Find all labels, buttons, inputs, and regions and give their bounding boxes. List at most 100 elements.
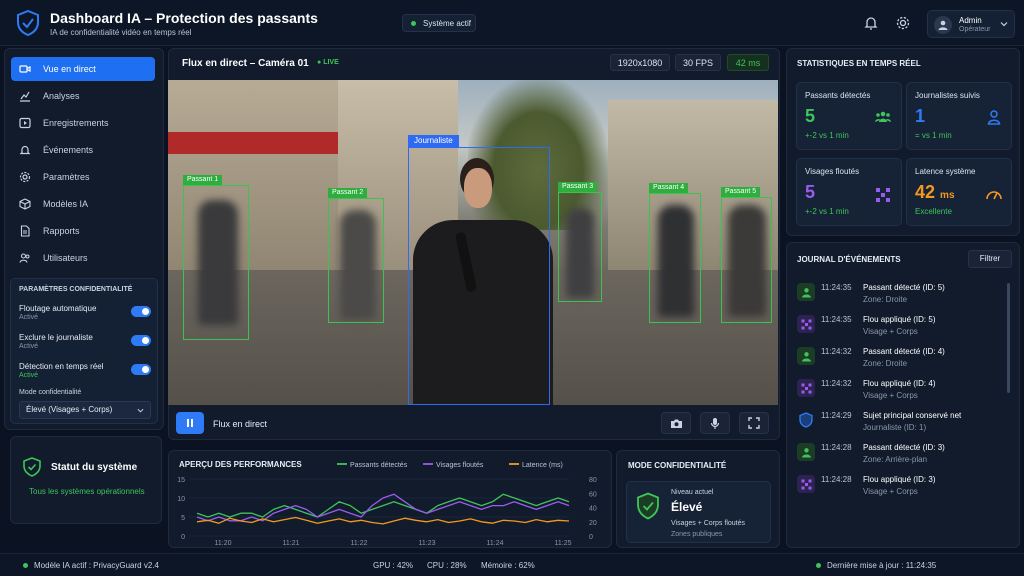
event-title: Flou appliqué (ID: 5) — [863, 315, 936, 324]
filter-button[interactable]: Filtrer — [968, 250, 1012, 268]
stat-label: Passants détectés — [805, 91, 871, 100]
cube-icon — [19, 198, 31, 210]
y-tick-label-left: 10 — [177, 496, 185, 503]
stat-card-passersby: Passants détectés 5 +-2 vs 1 min — [796, 82, 902, 150]
realtime-detection-toggle[interactable] — [131, 364, 151, 375]
event-row[interactable]: 11:24:28 Flou appliqué (ID: 3) Visage + Co… — [795, 473, 1005, 503]
y-tick-label-right: 40 — [589, 506, 597, 513]
events-panel: JOURNAL D'ÉVÉNEMENTS Filtrer 11:24:35 Pas… — [786, 242, 1020, 548]
event-row[interactable]: 11:24:35 Passant détecté (ID: 5) Zone: Dro… — [795, 281, 1005, 311]
stat-delta: +-2 vs 1 min — [805, 207, 849, 216]
stat-unit: ms — [940, 190, 955, 201]
bbox-journalist: Journaliste — [408, 135, 550, 405]
stat-card-blurred-faces: Visages floutés 5 +-2 vs 1 min — [796, 158, 902, 226]
event-row[interactable]: 11:24:35 Flou appliqué (ID: 5) Visage + Co… — [795, 313, 1005, 343]
sidebar-item-ai-models[interactable]: Modèles IA — [11, 192, 155, 216]
y-tick-label-right: 80 — [589, 477, 597, 484]
sidebar-item-events[interactable]: Événements — [11, 138, 155, 162]
avatar — [934, 16, 952, 34]
sidebar-item-label: Événements — [43, 145, 94, 155]
privacy-mode-card: Niveau actuel Élevé Visages + Corps flou… — [626, 481, 771, 543]
event-time: 11:24:35 — [821, 283, 852, 292]
cafe-awning — [168, 132, 338, 154]
bell-icon — [19, 145, 31, 155]
auto-blur-toggle[interactable] — [131, 306, 151, 317]
stat-delta: = vs 1 min — [915, 131, 952, 140]
snapshot-button[interactable] — [661, 412, 691, 434]
privacy-mode-select[interactable]: Élevé (Visages + Corps) — [19, 401, 151, 419]
sidebar-item-settings[interactable]: Paramètres — [11, 165, 155, 189]
stream-label: Flux en direct — [213, 419, 268, 429]
system-status-title: Statut du système — [51, 462, 138, 473]
sidebar-item-reports[interactable]: Rapports — [11, 219, 155, 243]
stat-delta: Excellente — [915, 207, 952, 216]
mode-current-value: Élevé — [671, 500, 703, 514]
sidebar-item-users[interactable]: Utilisateurs — [11, 246, 155, 270]
event-detail: Zone: Droite — [863, 295, 908, 304]
mode-line-2: Zones publiques — [671, 531, 723, 538]
event-time: 11:24:35 — [821, 315, 852, 324]
event-detail: Journaliste (ID: 1) — [863, 423, 927, 432]
bbox-label: Passant 2 — [328, 188, 368, 198]
bell-icon[interactable] — [863, 15, 879, 31]
microphone-button[interactable] — [700, 412, 730, 434]
event-row[interactable]: 11:24:28 Passant détecté (ID: 3) Zone: Arr… — [795, 441, 1005, 471]
bbox-passerby-3: Passant 3 — [558, 182, 602, 302]
event-row[interactable]: 11:24:32 Passant détecté (ID: 4) Zone: Dro… — [795, 345, 1005, 375]
system-status-badge: Système actif — [402, 14, 476, 32]
bbox-passerby-2: Passant 2 — [328, 188, 384, 323]
last-update: Dernière mise à jour : 11:24:35 — [827, 561, 937, 570]
gear-icon[interactable] — [895, 15, 911, 31]
privacy-settings-title: PARAMÈTRES CONFIDENTIALITÉ — [19, 286, 133, 293]
sidebar-item-label: Utilisateurs — [43, 253, 88, 263]
sidebar-item-live-view[interactable]: Vue en direct — [11, 57, 155, 81]
x-tick-label: 11:22 — [351, 540, 368, 547]
video-title: Flux en direct – Caméra 01 — [182, 58, 309, 69]
event-title: Flou appliqué (ID: 4) — [863, 379, 936, 388]
privacy-mode-label: Mode confidentialité — [19, 389, 82, 396]
sidebar-item-recordings[interactable]: Enregistrements — [11, 111, 155, 135]
pause-icon — [187, 419, 193, 427]
exclude-journalist-toggle[interactable] — [131, 335, 151, 346]
event-time: 11:24:32 — [821, 347, 852, 356]
sidebar-item-label: Paramètres — [43, 172, 90, 182]
video-icon — [19, 65, 31, 73]
user-menu[interactable]: Admin Opérateur — [927, 10, 1015, 38]
events-scrollbar[interactable] — [1007, 283, 1010, 393]
bbox-label: Passant 4 — [649, 183, 689, 193]
status-dot-icon — [411, 20, 416, 26]
pause-button[interactable] — [176, 412, 204, 434]
x-tick-label: 11:21 — [283, 540, 300, 547]
bbox-passerby-1: Passant 1 — [183, 175, 249, 340]
person-icon — [797, 347, 815, 365]
fullscreen-button[interactable] — [739, 412, 769, 434]
performance-chart: 0 5 10 15 0 20 40 60 80 11:20 11:21 11:22 11:23 11:24… — [177, 462, 597, 547]
event-title: Sujet principal conservé net — [863, 411, 962, 420]
shield-icon — [797, 411, 815, 429]
event-detail: Zone: Arrière-plan — [863, 455, 928, 464]
sidebar-item-label: Modèles IA — [43, 199, 89, 209]
events-title: JOURNAL D'ÉVÉNEMENTS — [797, 255, 901, 264]
shield-check-icon — [23, 457, 41, 477]
bbox-label: Passant 5 — [721, 187, 761, 197]
y-tick-label-left: 0 — [181, 534, 185, 541]
memory-usage: Mémoire : 62% — [481, 561, 535, 570]
pixelate-icon — [876, 188, 890, 202]
y-tick-label-right: 60 — [589, 491, 597, 498]
event-row[interactable]: 11:24:32 Flou appliqué (ID: 4) Visage + Co… — [795, 377, 1005, 407]
setting-status: Activé — [19, 343, 39, 350]
event-title: Passant détecté (ID: 4) — [863, 347, 945, 356]
person-icon — [797, 443, 815, 461]
x-tick-label: 11:25 — [555, 540, 572, 547]
camera-icon — [670, 419, 682, 428]
gear-icon — [19, 171, 31, 183]
user-name: Admin — [959, 16, 982, 25]
live-badge: ● LIVE — [317, 59, 339, 66]
event-row[interactable]: 11:24:29 Sujet principal conservé net Jour… — [795, 409, 1005, 439]
legend-label: Passants détectés — [350, 462, 408, 469]
series-line — [196, 516, 570, 525]
camera-feed[interactable]: Passant 1 Passant 2 Journaliste Passant … — [168, 80, 778, 405]
sidebar-item-analyses[interactable]: Analyses — [11, 84, 155, 108]
speedometer-icon — [986, 191, 1002, 200]
stat-label: Visages floutés — [805, 167, 860, 176]
